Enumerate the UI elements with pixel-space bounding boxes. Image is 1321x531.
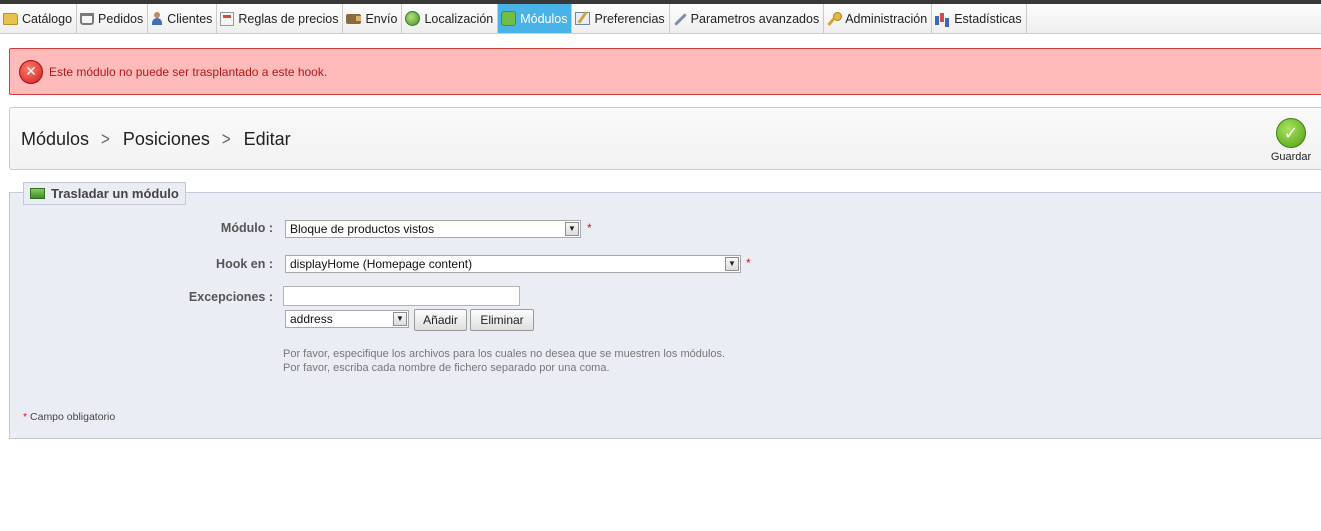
nav-item-preferencias[interactable]: Preferencias [572, 4, 670, 33]
chevron-down-icon[interactable]: ▼ [393, 312, 407, 326]
page-toolbar: Módulos > Posiciones > Editar ✓ Guardar [9, 107, 1321, 170]
checkmark-icon: ✓ [1276, 118, 1306, 148]
hint-line: Por favor, especifique los archivos para… [283, 348, 726, 360]
price-rules-icon [220, 11, 235, 26]
nav-item-label: Clientes [167, 11, 213, 26]
file-select-value: address [290, 312, 333, 326]
hint-line: Por favor, escriba cada nombre de ficher… [283, 362, 610, 374]
module-select[interactable]: Bloque de productos vistos ▼ [285, 220, 581, 238]
exceptions-input[interactable] [283, 286, 520, 306]
breadcrumb: Módulos > Posiciones > Editar [21, 129, 291, 150]
required-note-text: Campo obligatorio [30, 411, 116, 423]
error-message-box: ✕ Este módulo no puede ser trasplantado … [9, 48, 1321, 95]
nav-item-clientes[interactable]: Clientes [148, 4, 218, 33]
wrench-icon [673, 12, 687, 26]
cart-icon [80, 12, 95, 25]
module-label: Módulo : [220, 221, 273, 235]
nav-item-parametros-avanzados[interactable]: Parametros avanzados [670, 4, 825, 33]
save-button-label: Guardar [1270, 151, 1312, 163]
required-marker: * [587, 221, 592, 235]
puzzle-icon [501, 11, 517, 26]
error-x-icon: ✕ [19, 59, 43, 84]
hook-select[interactable]: displayHome (Homepage content) ▼ [285, 255, 741, 273]
nav-item-envio[interactable]: Envío [343, 4, 403, 33]
nav-item-modulos[interactable]: Módulos [498, 4, 573, 33]
module-legend-icon [30, 188, 45, 199]
key-icon [827, 11, 843, 26]
nav-item-label: Pedidos [98, 11, 144, 26]
breadcrumb-item-posiciones[interactable]: Posiciones [123, 129, 210, 150]
error-message-text: Este módulo no puede ser trasplantado a … [49, 64, 328, 79]
nav-item-localizacion[interactable]: Localización [402, 4, 499, 33]
exceptions-label: Excepciones : [188, 290, 273, 304]
hook-select-value: displayHome (Homepage content) [290, 257, 473, 271]
nav-item-label: Estadísticas [954, 11, 1022, 26]
nav-item-label: Preferencias [594, 11, 665, 26]
nav-item-label: Reglas de precios [238, 11, 339, 26]
nav-item-catalogo[interactable]: Catálogo [0, 4, 78, 33]
fieldset-legend: Trasladar un módulo [23, 182, 186, 205]
chevron-right-icon: > [101, 129, 110, 150]
stats-icon [935, 12, 950, 25]
chevron-right-icon: > [221, 129, 231, 150]
nav-item-label: Módulos [520, 11, 568, 26]
required-marker: * [23, 411, 28, 423]
nav-item-administracion[interactable]: Administración [824, 4, 933, 33]
legend-text: Trasladar un módulo [51, 186, 179, 201]
nav-item-reglas-de-precios[interactable]: Reglas de precios [217, 4, 344, 33]
truck-icon [346, 13, 362, 24]
exceptions-hint: Por favor, especifique los archivos para… [283, 347, 725, 375]
nav-item-pedidos[interactable]: Pedidos [77, 4, 149, 33]
chevron-down-icon[interactable]: ▼ [565, 222, 579, 236]
nav-item-label: Envío [365, 11, 398, 26]
breadcrumb-item-modulos[interactable]: Módulos [21, 129, 89, 150]
nav-item-label: Catálogo [22, 11, 73, 26]
module-select-value: Bloque de productos vistos [290, 222, 435, 236]
required-field-note: * Campo obligatorio [23, 411, 115, 423]
file-select[interactable]: address ▼ [285, 310, 409, 328]
hook-label: Hook en : [216, 257, 273, 271]
save-button[interactable]: ✓ Guardar [1268, 118, 1314, 163]
required-marker: * [746, 256, 751, 270]
nav-item-estadisticas[interactable]: Estadísticas [932, 4, 1027, 33]
globe-icon [405, 11, 421, 26]
folder-icon [3, 12, 18, 25]
nav-item-label: Localización [424, 11, 494, 26]
chevron-down-icon[interactable]: ▼ [725, 257, 739, 271]
add-button[interactable]: Añadir [414, 309, 467, 331]
main-nav: Catálogo Pedidos Clientes Reglas de prec… [0, 4, 1321, 34]
remove-button[interactable]: Eliminar [470, 309, 534, 331]
nav-item-label: Parametros avanzados [690, 11, 820, 26]
user-icon [151, 12, 163, 25]
preferences-icon [575, 12, 591, 25]
nav-item-label: Administración [845, 11, 928, 26]
breadcrumb-item-editar: Editar [243, 129, 291, 149]
